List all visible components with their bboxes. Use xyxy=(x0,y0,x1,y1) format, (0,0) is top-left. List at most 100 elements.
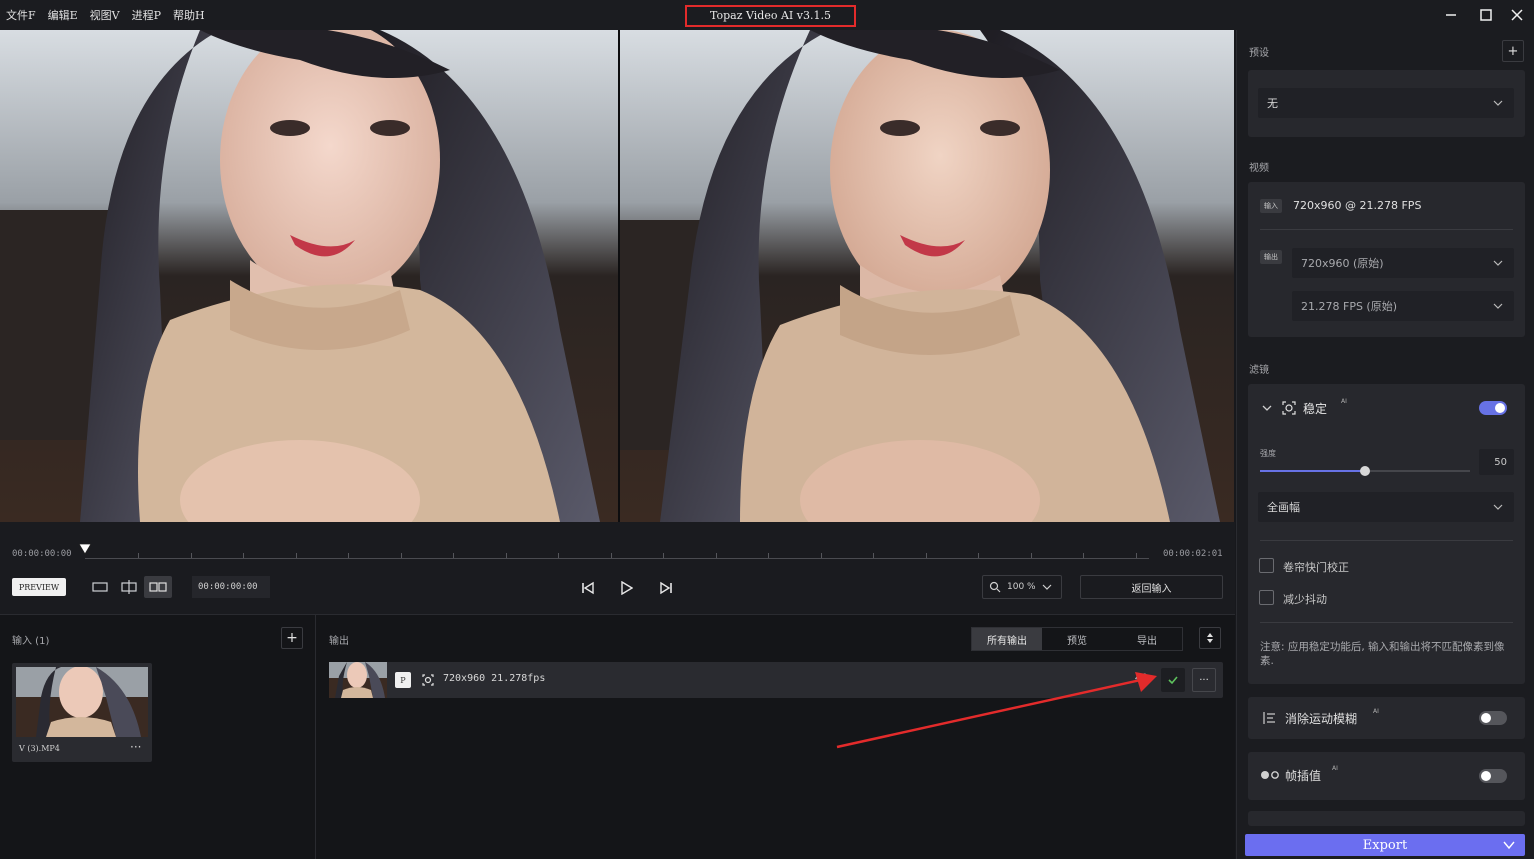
single-view-icon[interactable] xyxy=(86,576,114,598)
tab-all-outputs[interactable]: 所有输出 xyxy=(972,628,1042,650)
timeline-tick xyxy=(296,553,297,558)
chevron-down-icon[interactable] xyxy=(1503,840,1515,850)
timeline-tick xyxy=(821,553,822,558)
input-file-more-button[interactable]: ··· xyxy=(130,740,141,754)
video-card: 输入 720x960 @ 21.278 FPS 输出 720x960 (原始) … xyxy=(1248,182,1525,337)
chevron-down-icon[interactable] xyxy=(1261,402,1273,414)
timeline-tick xyxy=(348,553,349,558)
maximize-icon[interactable] xyxy=(1477,6,1495,24)
split-view-icon[interactable] xyxy=(115,576,143,598)
preset-select[interactable]: 无 xyxy=(1258,88,1514,118)
return-to-input-button[interactable]: 返回输入 xyxy=(1080,575,1223,599)
timeline-tick xyxy=(1031,553,1032,558)
input-panel-title: 输入 (1) xyxy=(12,636,50,647)
bottom-panels: 输入 (1) + V (3).MP4 ··· 输出 所有输出 预览 导出 P 7… xyxy=(0,614,1235,859)
input-file-card[interactable]: V (3).MP4 ··· xyxy=(12,663,152,762)
strength-label: 强度 xyxy=(1260,449,1276,458)
timeline-tick xyxy=(926,553,927,558)
rolling-shutter-checkbox[interactable] xyxy=(1259,558,1274,573)
rolling-shutter-label: 卷帘快门校正 xyxy=(1283,561,1349,574)
divider xyxy=(1260,540,1513,541)
preset-card: 无 xyxy=(1248,70,1525,137)
tab-preview[interactable]: 预览 xyxy=(1042,628,1112,650)
timeline-tick xyxy=(768,553,769,558)
prev-frame-icon[interactable] xyxy=(577,577,599,599)
tab-export[interactable]: 导出 xyxy=(1112,628,1182,650)
motion-blur-title: 消除运动模糊 xyxy=(1285,712,1358,726)
playback-controls: PREVIEW 00:00:00:00 100 % 返回输入 xyxy=(0,573,1235,603)
frame-interpolation-toggle[interactable] xyxy=(1479,769,1507,783)
menu-edit[interactable]: 编辑E xyxy=(48,7,78,23)
next-filter-card xyxy=(1248,811,1525,826)
timeline-tick xyxy=(453,553,454,558)
strength-slider-fill xyxy=(1260,470,1365,472)
input-panel: 输入 (1) + V (3).MP4 ··· xyxy=(0,615,316,859)
timeline-end-time: 00:00:02:01 xyxy=(1163,549,1223,559)
reduce-jitter-checkbox[interactable] xyxy=(1259,590,1274,605)
output-video-preview[interactable] xyxy=(620,30,1234,522)
timeline-tick xyxy=(401,553,402,558)
output-info: 720x960 21.278fps xyxy=(443,673,546,684)
motion-blur-card: 消除运动模糊 AI xyxy=(1248,697,1525,739)
playhead-icon[interactable] xyxy=(78,543,92,555)
preset-badge: P xyxy=(395,672,411,688)
output-more-button[interactable]: ··· xyxy=(1192,668,1216,692)
stabilize-mode-select[interactable]: 全画幅 xyxy=(1258,492,1514,522)
divider xyxy=(1260,622,1513,623)
strength-slider-handle[interactable] xyxy=(1360,466,1370,476)
input-video-preview[interactable] xyxy=(0,30,618,522)
app-window: 文件F 编辑E 视图V 进程P 帮助H Topaz Video AI v3.1.… xyxy=(0,0,1534,859)
output-panel-title: 输出 xyxy=(329,636,349,647)
stabilize-toggle[interactable] xyxy=(1479,401,1507,415)
stabilize-mode: 全画幅 xyxy=(1267,501,1300,514)
video-label: 视频 xyxy=(1249,163,1269,174)
timeline-tick xyxy=(191,553,192,558)
reduce-jitter-label: 减少抖动 xyxy=(1283,593,1327,606)
timeline-tick xyxy=(1136,553,1137,558)
sort-icon[interactable] xyxy=(1199,627,1221,649)
preview-button[interactable]: PREVIEW xyxy=(12,578,66,596)
add-preset-button[interactable]: + xyxy=(1502,40,1524,62)
frame-interpolation-card: 帧插值 AI xyxy=(1248,752,1525,800)
menu-help[interactable]: 帮助H xyxy=(173,7,205,23)
menu-view[interactable]: 视图V xyxy=(90,7,120,23)
strength-value-field[interactable]: 50 xyxy=(1479,449,1514,475)
menu-process[interactable]: 进程P xyxy=(132,7,161,23)
add-input-button[interactable]: + xyxy=(281,627,303,649)
side-by-side-view-icon[interactable] xyxy=(144,576,172,598)
frame-interpolation-title: 帧插值 xyxy=(1285,769,1322,783)
minimize-icon[interactable] xyxy=(1442,6,1460,24)
output-resolution-select[interactable]: 720x960 (原始) xyxy=(1292,248,1514,278)
timeline-track[interactable] xyxy=(85,558,1149,559)
timeline-tick xyxy=(138,553,139,558)
frame-interpolation-icon xyxy=(1261,771,1279,779)
next-frame-icon[interactable] xyxy=(655,577,677,599)
export-button[interactable]: Export xyxy=(1245,834,1525,856)
output-resolution: 720x960 (原始) xyxy=(1301,257,1384,270)
stabilize-title: 稳定 xyxy=(1303,402,1328,416)
preset-label: 预设 xyxy=(1249,48,1269,59)
menu-bar: 文件F 编辑E 视图V 进程P 帮助H xyxy=(6,7,205,23)
current-time-field[interactable]: 00:00:00:00 xyxy=(192,576,270,598)
output-fps-select[interactable]: 21.278 FPS (原始) xyxy=(1292,291,1514,321)
stabilize-icon xyxy=(422,674,434,686)
timeline-tick xyxy=(506,553,507,558)
chevron-down-icon xyxy=(1493,303,1503,309)
chevron-down-icon xyxy=(1493,504,1503,510)
timeline-tick xyxy=(558,553,559,558)
timeline-tick xyxy=(873,553,874,558)
stabilize-icon xyxy=(1282,401,1296,415)
timeline-tick xyxy=(1083,553,1084,558)
zoom-icon xyxy=(989,581,1001,593)
ai-badge: AI xyxy=(1373,708,1379,715)
motion-blur-icon xyxy=(1263,712,1275,724)
stabilize-card: 稳定 AI 强度 50 全画幅 卷帘快门校正 减少抖动 注意: 应用稳定功能后,… xyxy=(1248,384,1525,684)
menu-file[interactable]: 文件F xyxy=(6,7,36,23)
input-thumbnail xyxy=(16,667,148,737)
play-icon[interactable] xyxy=(615,577,637,599)
zoom-select[interactable]: 100 % xyxy=(982,575,1062,599)
close-icon[interactable] xyxy=(1508,6,1526,24)
annotation-arrow-icon xyxy=(836,672,1157,749)
preset-value: 无 xyxy=(1267,97,1278,110)
motion-blur-toggle[interactable] xyxy=(1479,711,1507,725)
